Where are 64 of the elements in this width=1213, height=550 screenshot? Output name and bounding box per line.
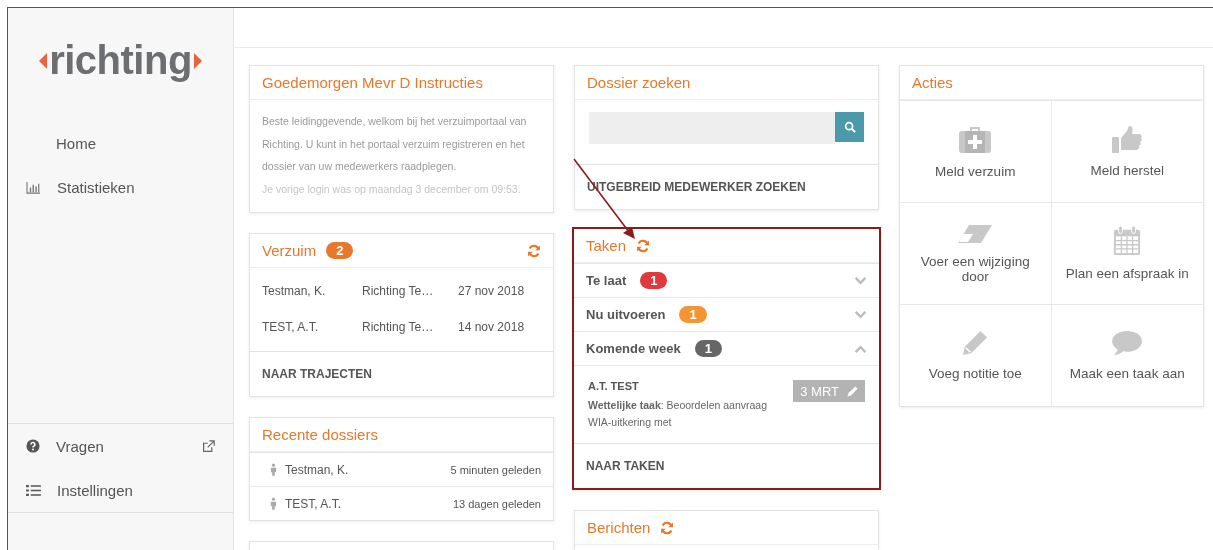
- card-title: Berichten: [587, 519, 651, 536]
- welcome-text: Beste leidinggevende, welkom bij het verzuimportaal van Richting. U kunt in het portaal verzuim registreren en het dossier van uw medewerkers raadplegen.: [262, 114, 528, 174]
- task-employee: A.T. TEST: [588, 380, 640, 392]
- search-button[interactable]: [835, 112, 864, 142]
- card-title: Taken: [586, 237, 627, 254]
- action-tile[interactable]: Plan een afspraak in: [1051, 202, 1203, 304]
- absence-date: 14 nov 2018: [458, 320, 526, 334]
- task-group-label[interactable]: Komende week: [586, 341, 681, 356]
- card-title: Verzuim: [262, 242, 317, 259]
- refresh-icon[interactable]: [660, 520, 675, 535]
- external-link-icon: [202, 439, 215, 453]
- task-description: Wettelijke taak: Beoordelen aanvraag WIA-uitkering met: [588, 398, 768, 430]
- action-tile[interactable]: Voeg notitie toe: [900, 304, 1052, 406]
- count-badge: 1: [640, 272, 668, 289]
- task-group-label[interactable]: Te laat: [586, 273, 627, 288]
- refresh-icon[interactable]: [527, 243, 541, 258]
- nav-link[interactable]: Vragen: [56, 437, 186, 455]
- thumbs-up-icon: [1112, 125, 1143, 153]
- list-icon: [26, 483, 41, 497]
- time-ago: 13 dagen geleden: [452, 497, 541, 510]
- logo-arrow-icon: [39, 52, 48, 69]
- search-field[interactable]: [589, 112, 835, 144]
- trajecten-link[interactable]: NAAR TRAJECTEN: [250, 352, 553, 396]
- speech-bubble-icon: [1111, 330, 1144, 356]
- nav-link[interactable]: Home: [56, 134, 215, 152]
- organisation-name: Richting Te…: [362, 284, 435, 298]
- tasks-link[interactable]: NAAR TAKEN: [574, 444, 879, 488]
- employee-name: TEST, A.T.: [262, 320, 319, 334]
- person-icon: [270, 497, 277, 510]
- absence-date: 27 nov 2018: [458, 284, 526, 298]
- person-icon: [270, 463, 277, 476]
- eraser-icon: [957, 223, 994, 244]
- search-icon: [843, 121, 856, 133]
- employee-name[interactable]: Testman, K.: [285, 462, 349, 477]
- bar-chart-icon: [26, 180, 41, 194]
- count-badge: 1: [694, 340, 722, 357]
- action-tile[interactable]: Voer een wijziging door: [900, 202, 1052, 304]
- refresh-icon[interactable]: [636, 238, 651, 253]
- chevron-icon[interactable]: [854, 344, 867, 353]
- time-ago: 5 minuten geleden: [450, 463, 541, 476]
- action-tile[interactable]: Maak een taak aan: [1051, 304, 1203, 406]
- employee-name: Testman, K.: [262, 284, 327, 298]
- card-title: Dossier zoeken: [587, 74, 691, 91]
- logo-arrow-icon: [193, 52, 202, 69]
- pencil-icon: [847, 385, 858, 397]
- pencil-icon: [962, 330, 989, 356]
- nav-link[interactable]: Instellingen: [57, 481, 215, 499]
- logo: richting: [49, 38, 192, 83]
- calendar-icon: [1113, 226, 1142, 256]
- nav-link[interactable]: Statistieken: [57, 178, 215, 196]
- card-title: Acties: [912, 74, 953, 91]
- chevron-icon[interactable]: [854, 310, 867, 319]
- employee-name[interactable]: TEST, A.T.: [285, 496, 341, 511]
- first-aid-kit-icon: [959, 124, 992, 154]
- card-title: Goedemorgen Mevr D Instructies: [262, 74, 483, 91]
- action-tile[interactable]: Meld verzuim: [900, 100, 1052, 202]
- count-badge: 2: [326, 242, 354, 259]
- chevron-icon[interactable]: [854, 276, 867, 285]
- task-group-label[interactable]: Nu uitvoeren: [586, 307, 666, 322]
- card-title: Recente dossiers: [262, 426, 378, 443]
- help-icon: [26, 439, 40, 453]
- count-badge: 1: [679, 306, 707, 323]
- action-tile[interactable]: Meld herstel: [1051, 100, 1203, 202]
- organisation-name: Richting Te…: [362, 320, 435, 334]
